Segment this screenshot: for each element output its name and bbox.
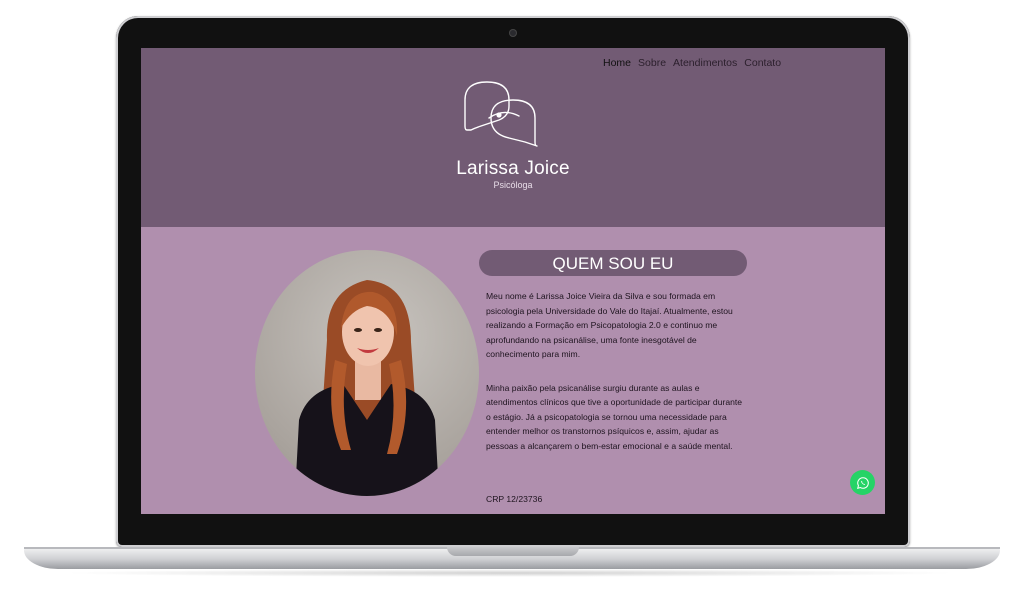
bio-text: Meu nome é Larissa Joice Vieira da Silva… [486,289,744,472]
website-screen: Home Sobre Atendimentos Contato Larissa … [141,48,885,514]
profile-photo [255,250,479,496]
portrait-illustration [295,280,439,496]
brand-subtitle: Psicóloga [493,180,533,190]
nav-home[interactable]: Home [603,57,631,69]
crp-registration: CRP 12/23736 [486,494,543,504]
nav-sobre[interactable]: Sobre [638,57,666,69]
whatsapp-button[interactable] [850,470,875,495]
laptop-notch [447,547,579,556]
brand-name: Larissa Joice [456,158,570,179]
nav-atendimentos[interactable]: Atendimentos [673,57,737,69]
nav-contato[interactable]: Contato [744,57,781,69]
site-header: Home Sobre Atendimentos Contato Larissa … [141,48,885,227]
speech-bubbles-logo-icon[interactable] [459,78,549,150]
section-title: QUEM SOU EU [479,250,747,276]
webcam [509,29,517,37]
main-nav: Home Sobre Atendimentos Contato [603,57,781,69]
bio-paragraph-2: Minha paixão pela psicanálise surgiu dur… [486,382,743,451]
laptop-shadow [60,569,960,577]
bio-paragraph-1: Meu nome é Larissa Joice Vieira da Silva… [486,291,733,359]
whatsapp-icon [856,476,869,489]
